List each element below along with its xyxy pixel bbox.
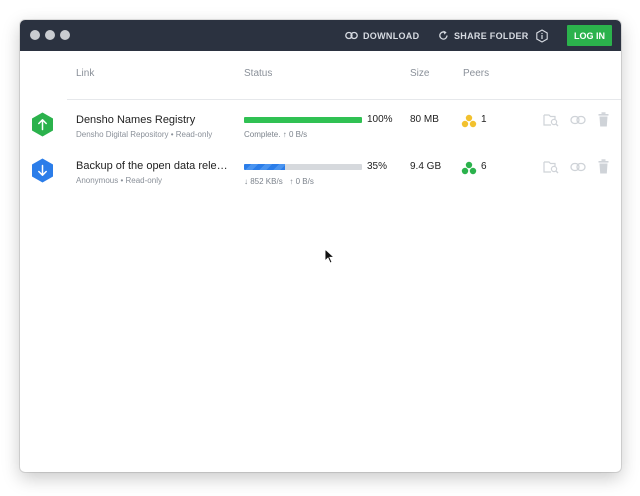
progress-percent: 35% (367, 161, 388, 172)
column-header-size: Size (410, 68, 430, 79)
item-subtitle: Anonymous • Read-only (76, 176, 162, 185)
upload-rate-arrow-icon: ↑ (282, 130, 287, 139)
share-folder-label: SHARE FOLDER (454, 30, 529, 41)
download-label: DOWNLOAD (363, 30, 420, 41)
status-text: Complete. ↑ 0 B/s (244, 130, 307, 139)
trash-icon[interactable] (598, 159, 609, 174)
window-minimize-button[interactable] (45, 30, 55, 40)
window-maximize-button[interactable] (60, 30, 70, 40)
window-close-button[interactable] (30, 30, 40, 40)
info-icon[interactable] (535, 29, 549, 43)
inspect-icon[interactable] (543, 113, 559, 127)
column-header-peers: Peers (463, 68, 490, 79)
arrow-up-icon (32, 112, 53, 137)
upload-rate-arrow-icon: ↑ (289, 177, 294, 186)
share-folder-button[interactable]: SHARE FOLDER (438, 20, 529, 51)
peers-icon (461, 161, 477, 175)
item-title[interactable]: Backup of the open data rele… (76, 160, 228, 172)
item-size: 80 MB (410, 114, 439, 125)
progress-bar (244, 117, 362, 123)
peers-count: 1 (481, 114, 487, 125)
progress-percent: 100% (367, 114, 393, 125)
peers-count: 6 (481, 161, 487, 172)
upload-rate: 0 B/s (288, 130, 308, 139)
mouse-cursor-icon (324, 248, 335, 264)
header-divider (67, 99, 621, 100)
link-copy-icon[interactable] (570, 162, 586, 172)
column-header-status: Status (244, 68, 273, 79)
item-mode: Read-only (175, 130, 213, 139)
table-row[interactable]: Densho Names Registry Densho Digital Rep… (20, 110, 621, 150)
download-button[interactable]: DOWNLOAD (345, 20, 419, 51)
link-icon (345, 31, 358, 40)
inspect-icon[interactable] (543, 160, 559, 174)
table-row[interactable]: Backup of the open data rele… Anonymous … (20, 155, 621, 195)
status-message: Complete. (244, 130, 281, 139)
login-button[interactable]: LOG IN (567, 25, 612, 46)
download-rate: 852 KB/s (250, 177, 283, 186)
item-owner: Anonymous (76, 176, 119, 185)
link-copy-icon[interactable] (570, 115, 586, 125)
upload-rate: 0 B/s (295, 177, 314, 186)
arrow-down-icon (32, 158, 53, 183)
progress-bar (244, 164, 362, 170)
download-rate-arrow-icon: ↓ (244, 177, 248, 186)
progress-fill (244, 117, 362, 123)
progress-fill (244, 164, 286, 170)
item-owner: Densho Digital Repository (76, 130, 169, 139)
item-subtitle: Densho Digital Repository • Read-only (76, 130, 213, 139)
peers-icon (461, 114, 477, 128)
share-folder-icon (439, 30, 448, 40)
column-header-link: Link (76, 68, 95, 79)
app-window: DOWNLOAD SHARE FOLDER LOG IN Link Status… (20, 20, 621, 472)
status-text: ↓ 852 KB/s ↑ 0 B/s (244, 177, 314, 186)
item-mode: Read-only (125, 176, 162, 185)
title-bar: DOWNLOAD SHARE FOLDER LOG IN (20, 20, 621, 51)
item-size: 9.4 GB (410, 161, 442, 172)
item-title[interactable]: Densho Names Registry (76, 114, 195, 126)
trash-icon[interactable] (598, 112, 609, 127)
